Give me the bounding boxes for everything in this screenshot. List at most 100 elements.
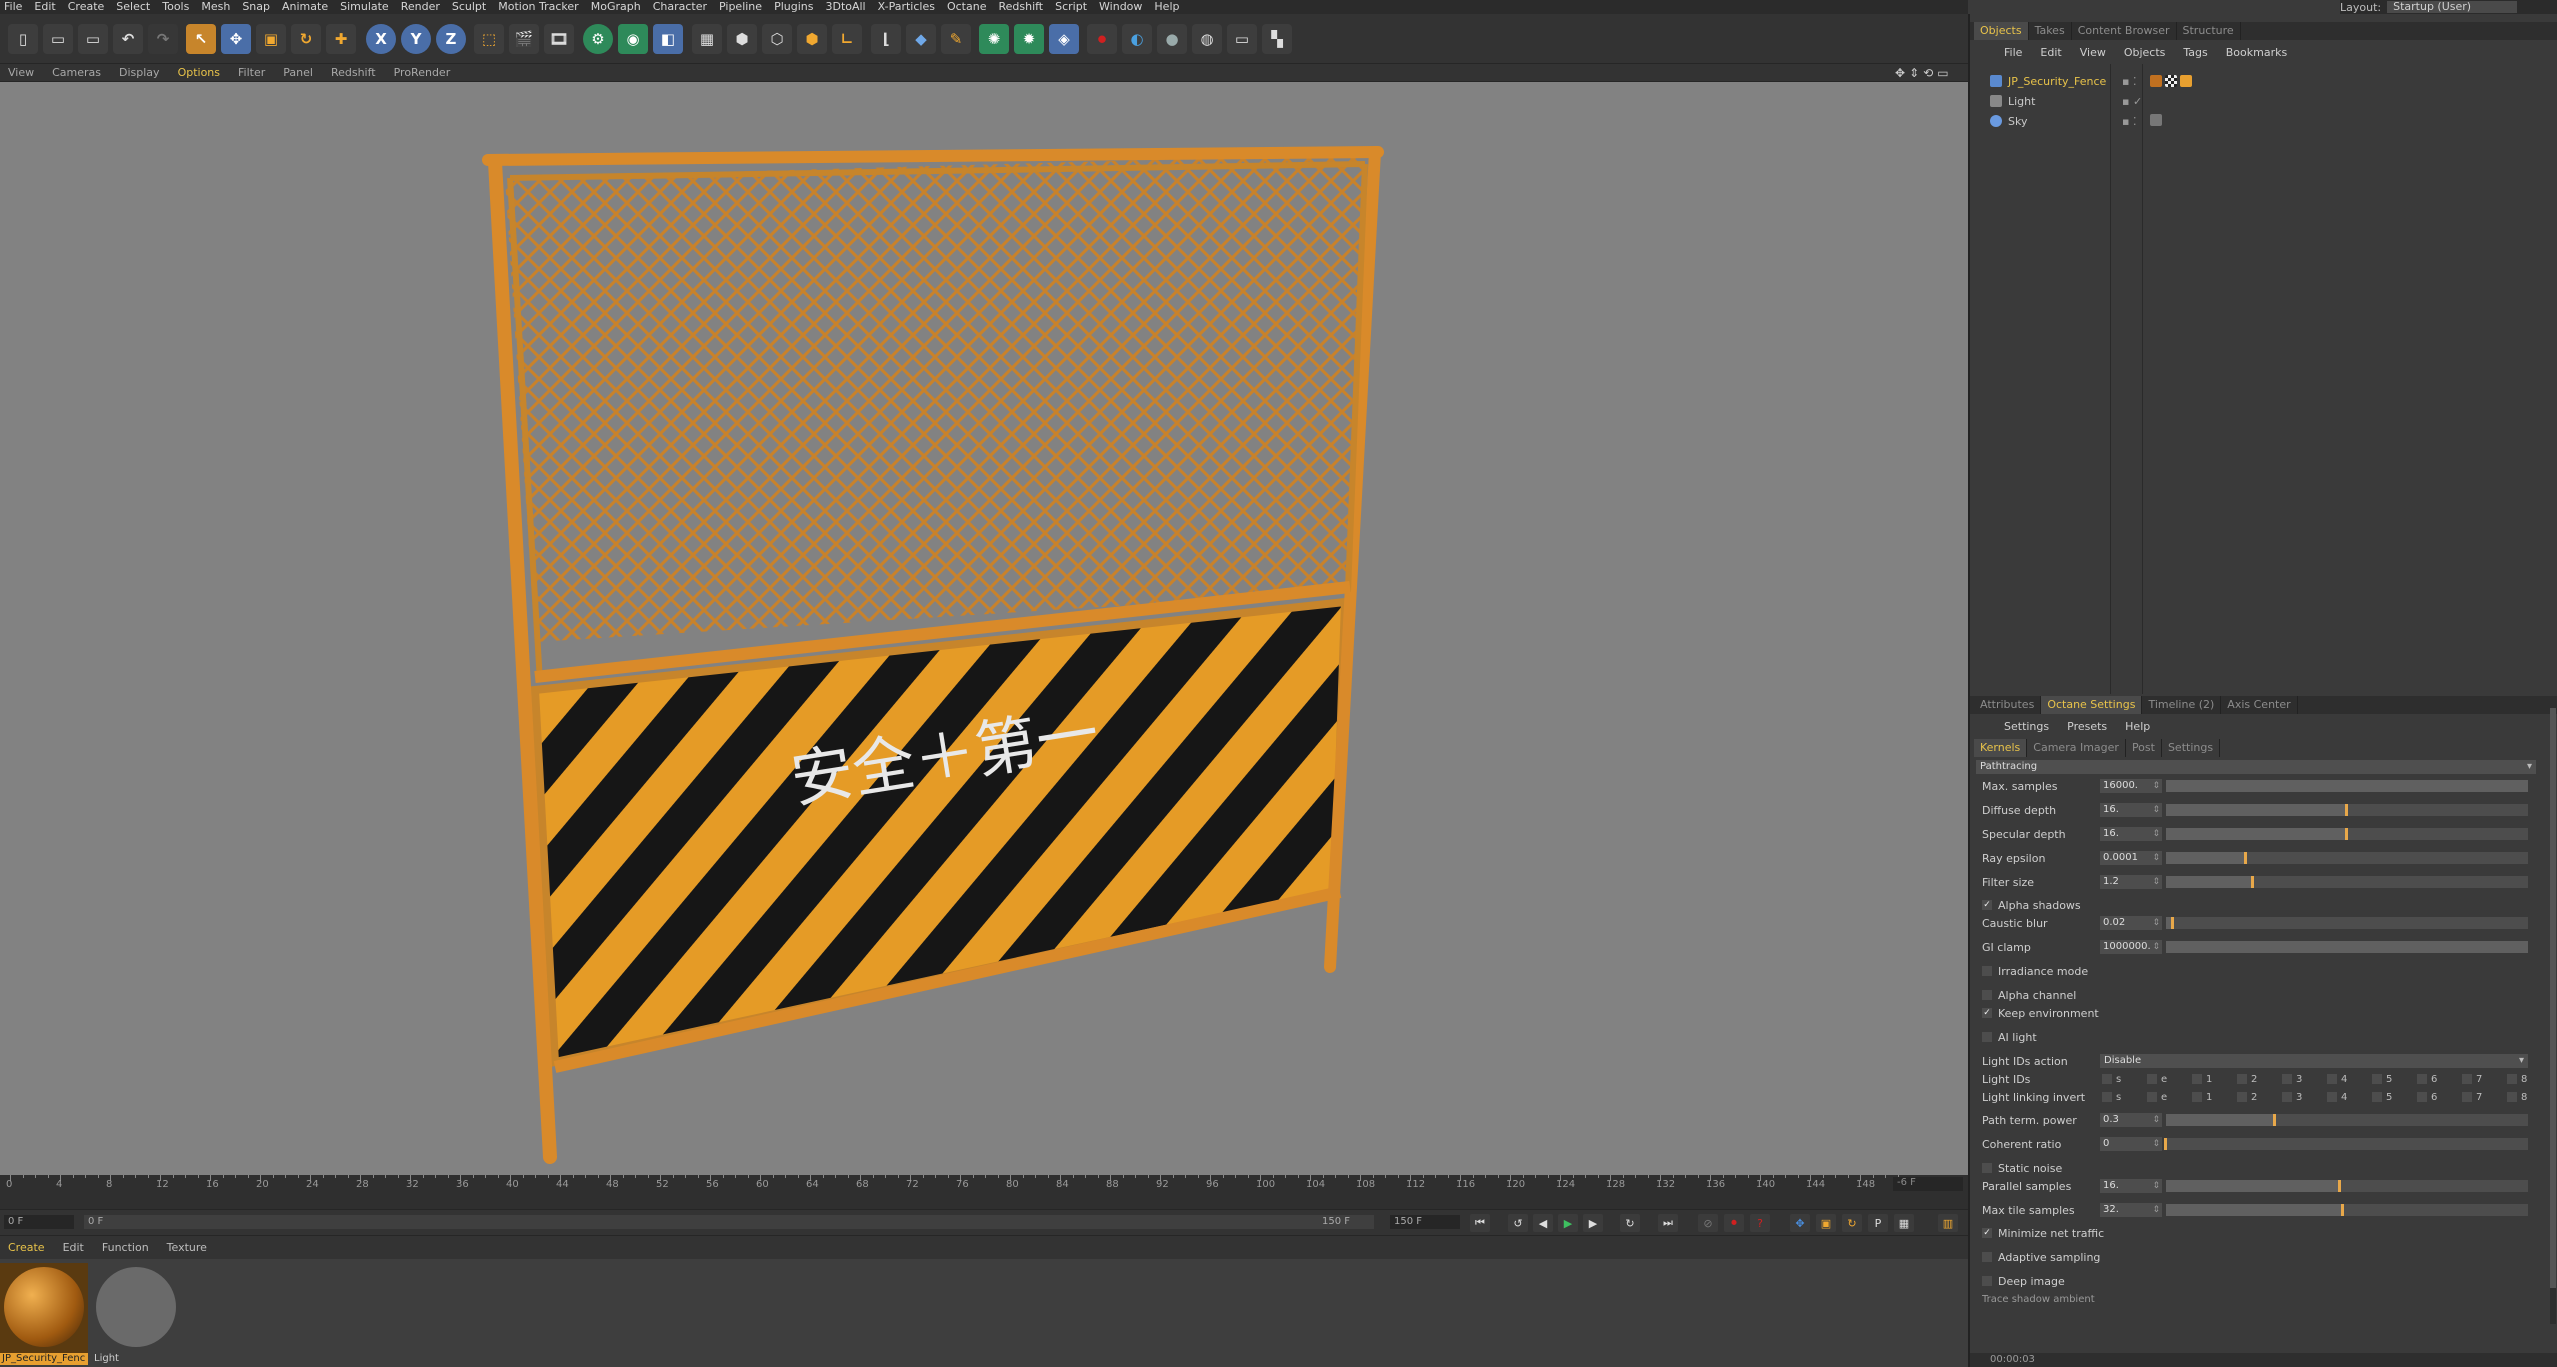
light-id-checkbox[interactable]: [2237, 1074, 2247, 1084]
irradiance-mode-checkbox[interactable]: [1982, 966, 1992, 976]
light-id-checkbox[interactable]: [2327, 1092, 2337, 1102]
menu-item-redshift[interactable]: Redshift: [998, 0, 1043, 14]
layout-switch-icon[interactable]: ▚: [1262, 24, 1292, 54]
object-row[interactable]: JP_Security_Fence ▪ ⁚: [1990, 72, 2193, 90]
phong-tag-icon[interactable]: [2180, 75, 2193, 87]
nurbs-icon[interactable]: ⬢: [797, 24, 827, 54]
object-row[interactable]: Sky ▪ ⁚: [1990, 112, 2163, 130]
previous-key-icon[interactable]: ↺: [1508, 1214, 1528, 1232]
diffuse-depth-slider[interactable]: [2166, 804, 2528, 816]
light-id-checkbox[interactable]: [2462, 1074, 2472, 1084]
cube-object-icon[interactable]: ◧: [653, 24, 683, 54]
filter-size-slider[interactable]: [2166, 876, 2528, 888]
alpha-channel-checkbox[interactable]: [1982, 990, 1992, 1000]
light-id-checkbox[interactable]: [2417, 1092, 2427, 1102]
layout-selector[interactable]: Layout: Startup (User): [2340, 0, 2557, 14]
scale-key-icon[interactable]: ▣: [1816, 1214, 1836, 1232]
om-menu-file[interactable]: File: [2004, 46, 2022, 59]
light-id-cell[interactable]: s: [2102, 1092, 2147, 1103]
menu-item-window[interactable]: Window: [1099, 0, 1142, 14]
scale-tool-icon[interactable]: ▣: [256, 24, 286, 54]
autokey-icon[interactable]: ⏺: [1724, 1214, 1744, 1232]
viewport-menu-cameras[interactable]: Cameras: [52, 66, 101, 79]
visibility-dots-icon[interactable]: ▪ ⁚: [2122, 115, 2136, 128]
tab-structure[interactable]: Structure: [2177, 22, 2241, 40]
rotate-view-icon[interactable]: ⟲: [1923, 66, 1933, 80]
mograph-icon[interactable]: ✎: [941, 24, 971, 54]
filter-size-field[interactable]: 1.2: [2100, 875, 2162, 889]
light-id-cell[interactable]: 4: [2327, 1074, 2372, 1085]
light-id-cell[interactable]: 3: [2282, 1074, 2327, 1085]
light-id-cell[interactable]: 7: [2462, 1074, 2507, 1085]
om-menu-objects[interactable]: Objects: [2124, 46, 2166, 59]
checker-object-icon[interactable]: ▦: [692, 24, 722, 54]
diffuse-depth-field[interactable]: 16.: [2100, 803, 2162, 817]
z-axis-lock[interactable]: Z: [436, 24, 466, 54]
deep-image-row[interactable]: Deep image: [1982, 1272, 2065, 1290]
menu-item-script[interactable]: Script: [1055, 0, 1087, 14]
adaptive-sampling-checkbox[interactable]: [1982, 1252, 1992, 1262]
parallel-samples-slider[interactable]: [2166, 1180, 2528, 1192]
menu-item-mesh[interactable]: Mesh: [201, 0, 230, 14]
light-id-cell[interactable]: e: [2147, 1092, 2192, 1103]
tab-takes[interactable]: Takes: [2029, 22, 2072, 40]
max-tile-samples-slider[interactable]: [2166, 1204, 2528, 1216]
rotate-tool-icon[interactable]: ↻: [291, 24, 321, 54]
keep-environment-checkbox[interactable]: ✓: [1982, 1008, 1992, 1018]
light-id-checkbox[interactable]: [2282, 1092, 2292, 1102]
menu-item-octane[interactable]: Octane: [947, 0, 987, 14]
parallel-samples-field[interactable]: 16.: [2100, 1179, 2162, 1193]
rotation-key-icon[interactable]: ↻: [1842, 1214, 1862, 1232]
menu-item-edit[interactable]: Edit: [34, 0, 55, 14]
texture-tag-icon[interactable]: [2165, 75, 2178, 87]
timeline-ruler[interactable]: 0 4 8 12 16 20 24 28 32 36 40 44 48 52 56 60 64 68 72 76 80 8…: [0, 1175, 1968, 1209]
end-frame-field[interactable]: 150 F: [1390, 1215, 1460, 1229]
static-noise-row[interactable]: Static noise: [1982, 1159, 2062, 1177]
viewport-menu-panel[interactable]: Panel: [283, 66, 313, 79]
light-id-checkbox[interactable]: [2507, 1092, 2517, 1102]
gi-clamp-slider[interactable]: [2166, 941, 2528, 953]
light-id-checkbox[interactable]: [2102, 1092, 2112, 1102]
move-view-icon[interactable]: ✥: [1895, 66, 1905, 80]
viewport-menu-filter[interactable]: Filter: [238, 66, 265, 79]
light-id-checkbox[interactable]: [2192, 1074, 2202, 1084]
redo-icon[interactable]: ↷: [148, 24, 178, 54]
material-menu-function[interactable]: Function: [102, 1241, 149, 1254]
new-document-icon[interactable]: ▯: [8, 24, 38, 54]
max-samples-slider[interactable]: [2166, 780, 2528, 792]
path-term-power-slider[interactable]: [2166, 1114, 2528, 1126]
max-tile-samples-field[interactable]: 32.: [2100, 1203, 2162, 1217]
light-id-checkbox[interactable]: [2372, 1074, 2382, 1084]
open-file-icon[interactable]: ▭: [43, 24, 73, 54]
octane-light-icon[interactable]: ✹: [1014, 24, 1044, 54]
render-picture-viewer-icon[interactable]: 🎞: [544, 24, 574, 54]
light-id-cell[interactable]: 3: [2282, 1092, 2327, 1103]
caustic-blur-slider[interactable]: [2166, 917, 2528, 929]
attr-menu-presets[interactable]: Presets: [2067, 720, 2107, 733]
subtab-settings[interactable]: Settings: [2162, 739, 2221, 757]
light-id-checkbox[interactable]: [2147, 1092, 2157, 1102]
alpha-shadows-row[interactable]: ✓ Alpha shadows: [1982, 896, 2081, 914]
light-id-cell[interactable]: s: [2102, 1074, 2147, 1085]
menu-item-x-particles[interactable]: X-Particles: [878, 0, 935, 14]
viewer-icon[interactable]: ◍: [1192, 24, 1222, 54]
specular-depth-slider[interactable]: [2166, 828, 2528, 840]
timeline-window-icon[interactable]: ▥: [1938, 1214, 1958, 1232]
tab-content-browser[interactable]: Content Browser: [2072, 22, 2177, 40]
material-menu-texture[interactable]: Texture: [167, 1241, 207, 1254]
minimize-net-traffic-checkbox[interactable]: ✓: [1982, 1228, 1992, 1238]
om-menu-bookmarks[interactable]: Bookmarks: [2226, 46, 2287, 59]
material-jp-security-fence[interactable]: JP_Security_Fenc: [0, 1263, 88, 1365]
kernel-dropdown[interactable]: Pathtracing: [1976, 760, 2536, 774]
menu-item-tools[interactable]: Tools: [162, 0, 189, 14]
light-ids-action-dropdown[interactable]: Disable: [2100, 1054, 2528, 1068]
live-selection-icon[interactable]: ↖: [186, 24, 216, 54]
light-id-cell[interactable]: 6: [2417, 1092, 2462, 1103]
specular-depth-field[interactable]: 16.: [2100, 827, 2162, 841]
menu-item-pipeline[interactable]: Pipeline: [719, 0, 762, 14]
max-samples-field[interactable]: 16000.: [2100, 779, 2162, 793]
attr-menu-settings[interactable]: Settings: [2004, 720, 2049, 733]
zoom-view-icon[interactable]: ⇕: [1909, 66, 1919, 80]
light-id-cell[interactable]: e: [2147, 1074, 2192, 1085]
gi-clamp-field[interactable]: 1000000.: [2100, 940, 2162, 954]
